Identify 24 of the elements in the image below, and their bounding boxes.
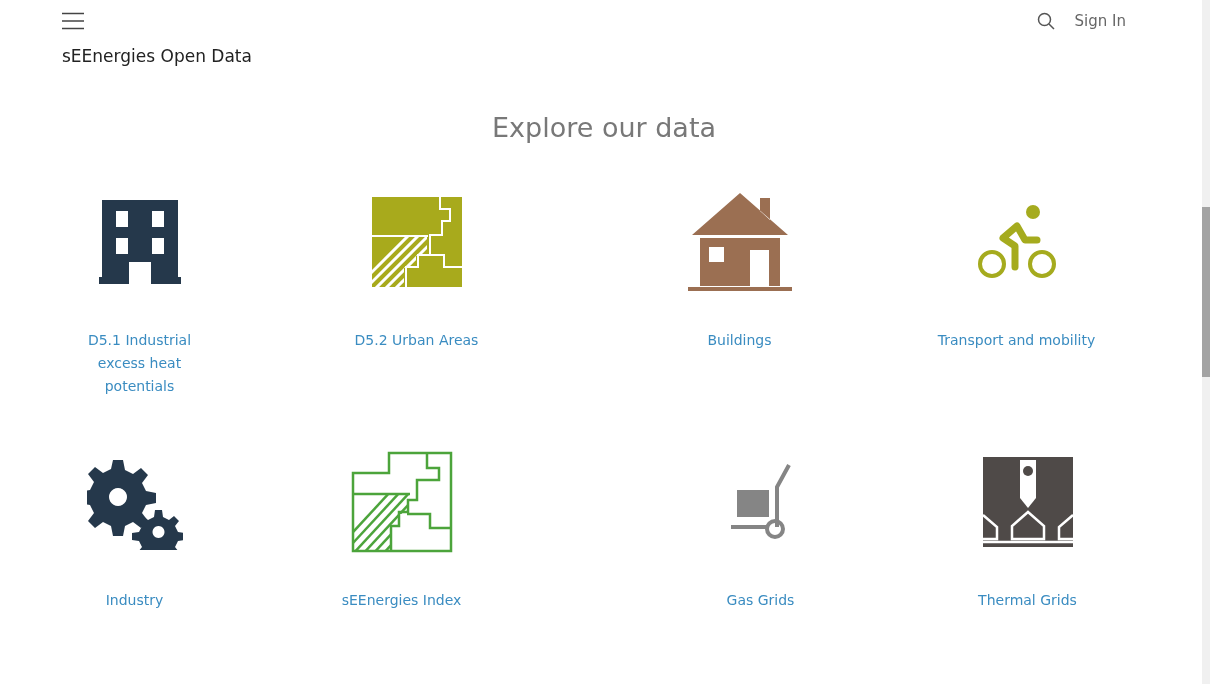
menu-icon	[62, 12, 84, 30]
dataset-link[interactable]: Industry	[105, 589, 164, 612]
hand-truck-icon[interactable]	[730, 463, 791, 541]
cyclist-icon[interactable]	[976, 204, 1057, 280]
menu-button[interactable]	[62, 12, 84, 30]
floor-plan-icon[interactable]	[371, 197, 462, 287]
sign-in-link[interactable]: Sign In	[1074, 12, 1126, 30]
dataset-link[interactable]: Gas Grids	[726, 589, 795, 612]
dataset-link[interactable]: D5.2 Urban Areas	[354, 329, 479, 352]
dataset-link[interactable]: D5.1 Industrial excess heat potentials	[79, 329, 200, 398]
dataset-link[interactable]: Thermal Grids	[978, 589, 1077, 612]
section-heading: Explore our data	[491, 112, 717, 143]
building-icon[interactable]	[98, 200, 181, 284]
scrollbar[interactable]	[1202, 0, 1210, 684]
map-pin-houses-icon[interactable]	[982, 457, 1073, 547]
search-button[interactable]	[1036, 12, 1055, 30]
site-title: sEEnergies Open Data	[62, 46, 253, 66]
dataset-link[interactable]: Transport and mobility	[937, 329, 1096, 352]
floor-plan-icon[interactable]	[350, 451, 453, 553]
house-icon[interactable]	[687, 193, 792, 291]
search-icon	[1036, 12, 1055, 30]
scrollbar-thumb[interactable]	[1202, 207, 1210, 377]
dataset-link[interactable]: Buildings	[707, 329, 772, 352]
dataset-link[interactable]: sEEnergies Index	[341, 589, 462, 612]
